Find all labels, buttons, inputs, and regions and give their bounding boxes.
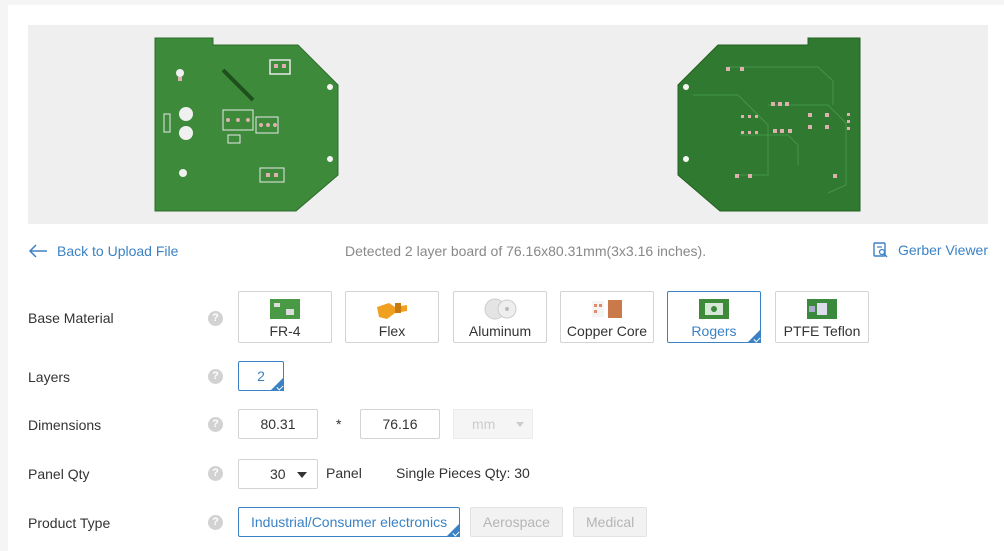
- material-option-rogers[interactable]: Rogers: [667, 291, 761, 343]
- pcb-top-view: [154, 37, 339, 212]
- material-option-ptfe-teflon[interactable]: PTFE Teflon: [775, 291, 869, 343]
- back-link-label: Back to Upload File: [57, 243, 179, 259]
- fr4-board-icon: [270, 299, 300, 319]
- selected-check-icon: [270, 377, 284, 391]
- single-pieces-qty: Single Pieces Qty: 30: [396, 465, 530, 481]
- dimension-separator: *: [336, 416, 342, 432]
- base-material-help-icon[interactable]: ?: [208, 311, 223, 326]
- pcb-render: [154, 37, 861, 212]
- panel-unit-label: Panel: [326, 465, 362, 481]
- material-label: FR-4: [269, 323, 301, 339]
- dimensions-help-icon[interactable]: ?: [208, 417, 223, 432]
- material-label: PTFE Teflon: [783, 323, 861, 339]
- arrow-left-icon: [28, 244, 47, 258]
- aluminum-board-icon: [484, 298, 517, 320]
- copper-core-icon: [592, 300, 622, 318]
- panel-qty-value: 30: [270, 466, 286, 482]
- dimension-width-input[interactable]: 80.31: [238, 409, 318, 439]
- layers-label: Layers: [28, 369, 71, 385]
- material-label: Copper Core: [566, 323, 648, 339]
- product-type-industrial[interactable]: Industrial/Consumer electronics: [238, 507, 461, 537]
- gerber-viewer-label: Gerber Viewer: [898, 242, 989, 258]
- product-type-help-icon[interactable]: ?: [208, 515, 223, 530]
- gerber-viewer-icon: [873, 242, 888, 258]
- back-to-upload-link[interactable]: Back to Upload File: [28, 241, 178, 261]
- product-type-aerospace: Aerospace: [470, 507, 563, 537]
- layer-value: 2: [257, 368, 265, 384]
- flex-cable-icon: [377, 303, 407, 319]
- material-option-aluminum[interactable]: Aluminum: [453, 291, 547, 343]
- selected-check-icon: [747, 329, 761, 343]
- panel-qty-select[interactable]: 30: [238, 459, 318, 489]
- product-type-label: Product Type: [28, 515, 111, 531]
- material-option-flex[interactable]: Flex: [345, 291, 439, 343]
- pcb-preview: [28, 25, 988, 224]
- product-type-label-text: Medical: [586, 514, 635, 530]
- dimensions-label: Dimensions: [28, 417, 102, 433]
- pcb-bottom-view: [677, 37, 861, 212]
- ptfe-board-icon: [807, 299, 837, 319]
- material-label: Flex: [378, 323, 406, 339]
- material-option-fr4[interactable]: FR-4: [238, 291, 332, 343]
- selected-check-icon: [446, 523, 461, 537]
- layers-help-icon[interactable]: ?: [208, 369, 223, 384]
- rogers-board-icon: [699, 299, 729, 319]
- product-type-label-text: Aerospace: [483, 514, 550, 530]
- dimension-height-input[interactable]: 76.16: [360, 409, 440, 439]
- unit-value: mm: [472, 416, 496, 432]
- layer-option-2[interactable]: 2: [238, 361, 284, 391]
- base-material-label: Base Material: [28, 310, 114, 326]
- panel-qty-label: Panel Qty: [28, 466, 90, 482]
- material-option-copper-core[interactable]: Copper Core: [560, 291, 654, 343]
- material-label: Aluminum: [468, 323, 532, 339]
- detected-board-info: Detected 2 layer board of 76.16x80.31mm(…: [345, 243, 707, 259]
- chevron-down-icon: [297, 472, 307, 478]
- panel-qty-help-icon[interactable]: ?: [208, 466, 223, 481]
- dimension-unit-select[interactable]: mm: [453, 409, 533, 439]
- product-type-medical: Medical: [573, 507, 648, 537]
- product-type-label-text: Industrial/Consumer electronics: [251, 514, 448, 530]
- chevron-down-icon: [516, 422, 524, 427]
- gerber-viewer-link[interactable]: Gerber Viewer: [873, 242, 988, 258]
